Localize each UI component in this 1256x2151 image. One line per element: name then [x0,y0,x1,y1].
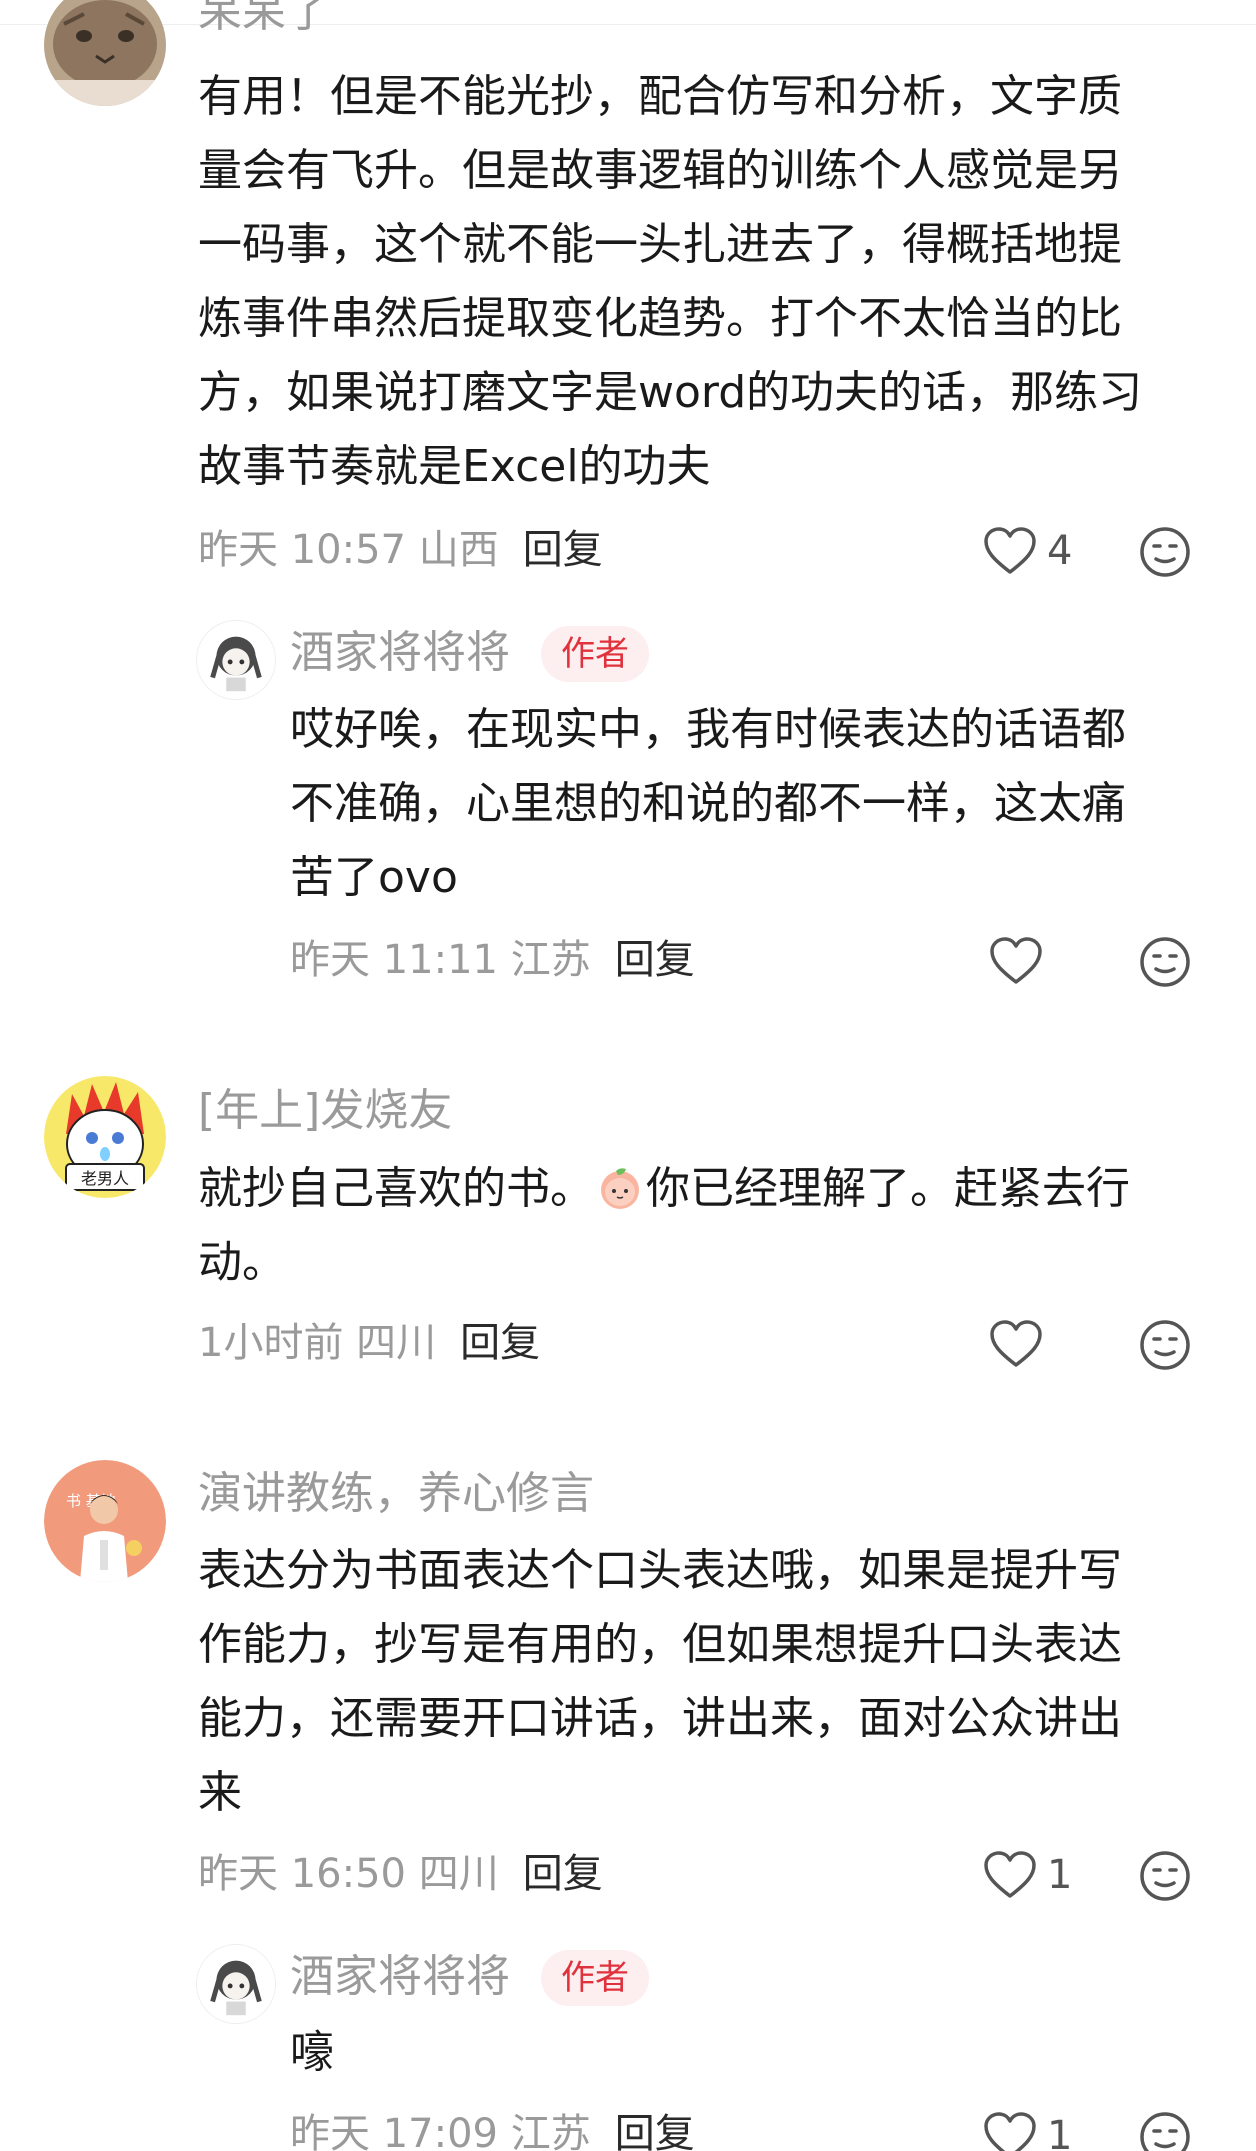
comment-text: 有用！但是不能光抄，配合仿写和分析，文字质 量会有飞升。但是故事逻辑的训练个人感… [198,60,1142,504]
comment-line: 动。 [198,1237,286,1288]
heart-outline-icon [984,2112,1036,2151]
peach-emoji-icon [596,1163,644,1211]
avatar-cat[interactable] [44,0,166,106]
heart-outline-icon [990,937,1042,984]
reply-button[interactable]: 回复 [460,1320,540,1366]
comment-meta: 1小时前 四川 回复 [198,1323,540,1363]
reply-button[interactable]: 回复 [523,527,603,573]
comment-text: 表达分为书面表达个口头表达哦，如果是提升写 作能力，抄写是有用的，但如果想提升口… [198,1534,1122,1830]
reply-time-location: 昨天 11:11 江苏 [290,937,591,983]
comment-line: 来 [198,1767,242,1818]
emoji-reaction-button[interactable] [1138,525,1192,579]
like-count: 4 [1047,528,1073,574]
comment-time-location: 昨天 16:50 四川 [198,1851,499,1897]
comment-line: 方，如果说打磨文字是word的功夫的话，那练习 [198,367,1143,418]
reply-text: 嚎 [290,2016,334,2090]
like-button[interactable]: 4 [983,523,1072,579]
like-button[interactable]: 1 [983,2108,1072,2151]
comment-text: 就抄自己喜欢的书。 你已经理解了。赶紧去行 动。 [198,1152,1130,1300]
comment-line: 能力，还需要开口讲话，讲出来，面对公众讲出 [198,1693,1122,1744]
divider [0,24,1256,25]
comment-list: 呆呆了 有用！但是不能光抄，配合仿写和分析，文字质 量会有飞升。但是故事逻辑的训… [0,0,1256,2151]
neutral-face-icon [1140,527,1190,577]
reply-line: 苦了ovo [290,852,458,903]
reply-button[interactable]: 回复 [615,937,695,983]
comment-username[interactable]: [年上]发烧友 [198,1089,452,1133]
avatar-fire[interactable]: 老男人 [44,1076,166,1198]
comment-line: 故事节奏就是Excel的功夫 [198,441,711,492]
author-badge: 作者 [541,1950,649,2006]
reply-line: 哎好唉，在现实中，我有时候表达的话语都 [290,704,1126,755]
reply-time-location: 昨天 17:09 江苏 [290,2111,591,2151]
reply-username[interactable]: 酒家将将将 [290,1955,510,1999]
like-count: 1 [1047,2113,1073,2151]
like-button[interactable]: 1 [983,1847,1072,1903]
author-badge: 作者 [541,626,649,682]
emoji-reaction-button[interactable] [1138,1849,1192,1903]
comment-time-location: 昨天 10:57 山西 [198,527,499,573]
emoji-reaction-button[interactable] [1138,1318,1192,1372]
reply-line: 不准确，心里想的和说的都不一样，这太痛 [290,778,1126,829]
like-button[interactable] [989,933,1043,989]
comment-line: 炼事件串然后提取变化趋势。打个不太恰当的比 [198,293,1122,344]
comment-line: 表达分为书面表达个口头表达哦，如果是提升写 [198,1545,1122,1596]
comment-meta: 昨天 16:50 四川 回复 [198,1854,603,1894]
comment-meta: 昨天 10:57 山西 回复 [198,530,603,570]
reply-button[interactable]: 回复 [523,1851,603,1897]
comment-username[interactable]: 演讲教练，养心修言 [198,1472,594,1516]
reply-button[interactable]: 回复 [615,2111,695,2151]
heart-outline-icon [984,527,1036,574]
like-count: 1 [1047,1852,1073,1898]
neutral-face-icon [1140,937,1190,987]
reply-username[interactable]: 酒家将将将 [290,631,510,675]
comment-time-location: 1小时前 四川 [198,1320,437,1366]
neutral-face-icon [1140,1851,1190,1901]
reply-meta: 昨天 17:09 江苏 回复 [290,2114,695,2151]
comment-line: 有用！但是不能光抄，配合仿写和分析，文字质 [198,71,1122,122]
comment-line: 就抄自己喜欢的书。 你已经理解了。赶紧去行 [198,1152,1130,1226]
reply-line: 嚎 [290,2027,334,2078]
avatar-author[interactable] [196,1944,276,2024]
reply-text: 哎好唉，在现实中，我有时候表达的话语都 不准确，心里想的和说的都不一样，这太痛 … [290,693,1126,915]
comment-line: 一码事，这个就不能一头扎进去了，得概括地提 [198,219,1122,270]
neutral-face-icon [1140,2112,1190,2151]
heart-outline-icon [990,1320,1042,1367]
neutral-face-icon [1140,1320,1190,1370]
avatar-text: 老男人 [81,1169,129,1188]
comment-line: 作能力，抄写是有用的，但如果想提升口头表达 [198,1619,1122,1670]
comment-text-after-emoji: 你已经理解了。赶紧去行 [646,1163,1130,1214]
like-button[interactable] [989,1316,1043,1372]
avatar-coach[interactable]: 书 基地 [44,1460,166,1582]
comment-text-before-emoji: 就抄自己喜欢的书。 [198,1163,594,1214]
comment-username[interactable]: 呆呆了 [198,0,330,34]
comment-line: 量会有飞升。但是故事逻辑的训练个人感觉是另 [198,145,1122,196]
heart-outline-icon [984,1851,1036,1898]
emoji-reaction-button[interactable] [1138,935,1192,989]
reply-meta: 昨天 11:11 江苏 回复 [290,940,695,980]
avatar-author[interactable] [196,620,276,700]
emoji-reaction-button[interactable] [1138,2110,1192,2151]
